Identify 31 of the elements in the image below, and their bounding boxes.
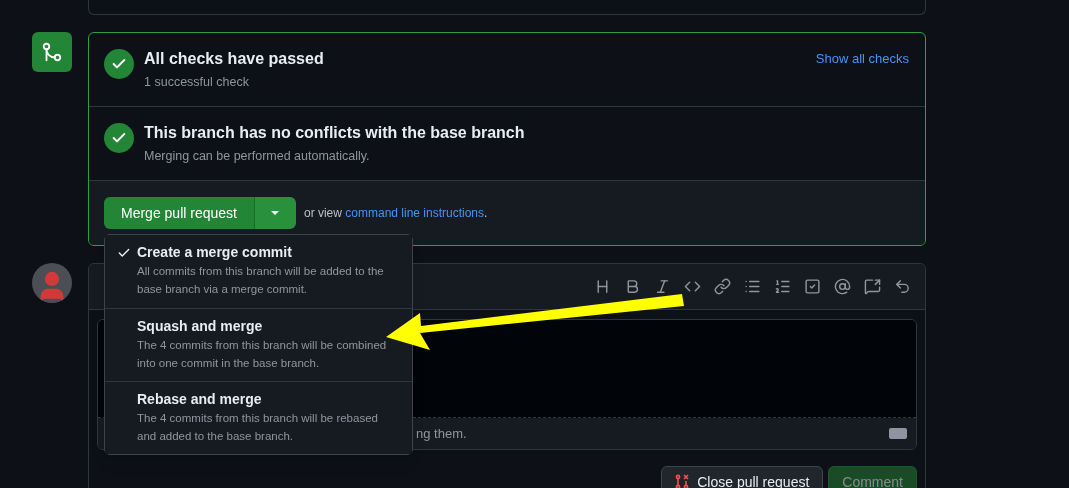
- closed-pull-request-icon: [675, 474, 690, 488]
- merge-button[interactable]: Merge pull request: [104, 197, 255, 229]
- avatar: [32, 263, 72, 303]
- caret-icon: [271, 211, 280, 215]
- link-icon[interactable]: [714, 278, 731, 295]
- check-title: All checks have passed: [144, 49, 325, 69]
- check-subtitle: 1 successful check: [144, 74, 250, 91]
- merge-method-option[interactable]: Create a merge commit All commits from this branch will be added to the base branch via a merge commit.: [105, 235, 412, 308]
- option-title: Create a merge commit: [137, 244, 293, 261]
- attach-hint: ng them.: [416, 424, 467, 443]
- undo-icon[interactable]: [894, 278, 911, 295]
- mention-icon[interactable]: [834, 278, 851, 295]
- merge-hint: or view command line instructions.: [303, 205, 488, 222]
- check-subtitle: Merging can be performed automatically.: [144, 148, 371, 165]
- check-icon: [117, 246, 131, 260]
- show-all-checks-link[interactable]: Show all checks: [815, 49, 909, 69]
- option-description: The 4 commits from this branch will be combined into one commit in the base branch.: [137, 338, 388, 371]
- option-description: The 4 commits from this branch will be rebased and added to the base branch.: [137, 411, 379, 444]
- option-description: All commits from this branch will be added to the base branch via a merge commit.: [137, 264, 385, 297]
- merge-icon: [32, 32, 72, 72]
- check-title: This branch has no conflicts with the base branch: [144, 123, 526, 143]
- numbered-list-icon[interactable]: [774, 278, 791, 295]
- task-list-icon[interactable]: [804, 278, 821, 295]
- bulleted-list-icon[interactable]: [744, 278, 761, 295]
- reference-icon[interactable]: [864, 278, 881, 295]
- italic-icon[interactable]: [654, 278, 671, 295]
- option-title: Rebase and merge: [137, 391, 263, 408]
- markdown-icon: [889, 428, 907, 439]
- option-title: Squash and merge: [137, 318, 264, 335]
- merge-method-option[interactable]: Rebase and merge The 4 commits from this branch will be rebased and added to the base branch.: [105, 381, 412, 454]
- merge-method-option[interactable]: Squash and merge The 4 commits from this branch will be combined into one commit in the base branch.: [105, 308, 412, 381]
